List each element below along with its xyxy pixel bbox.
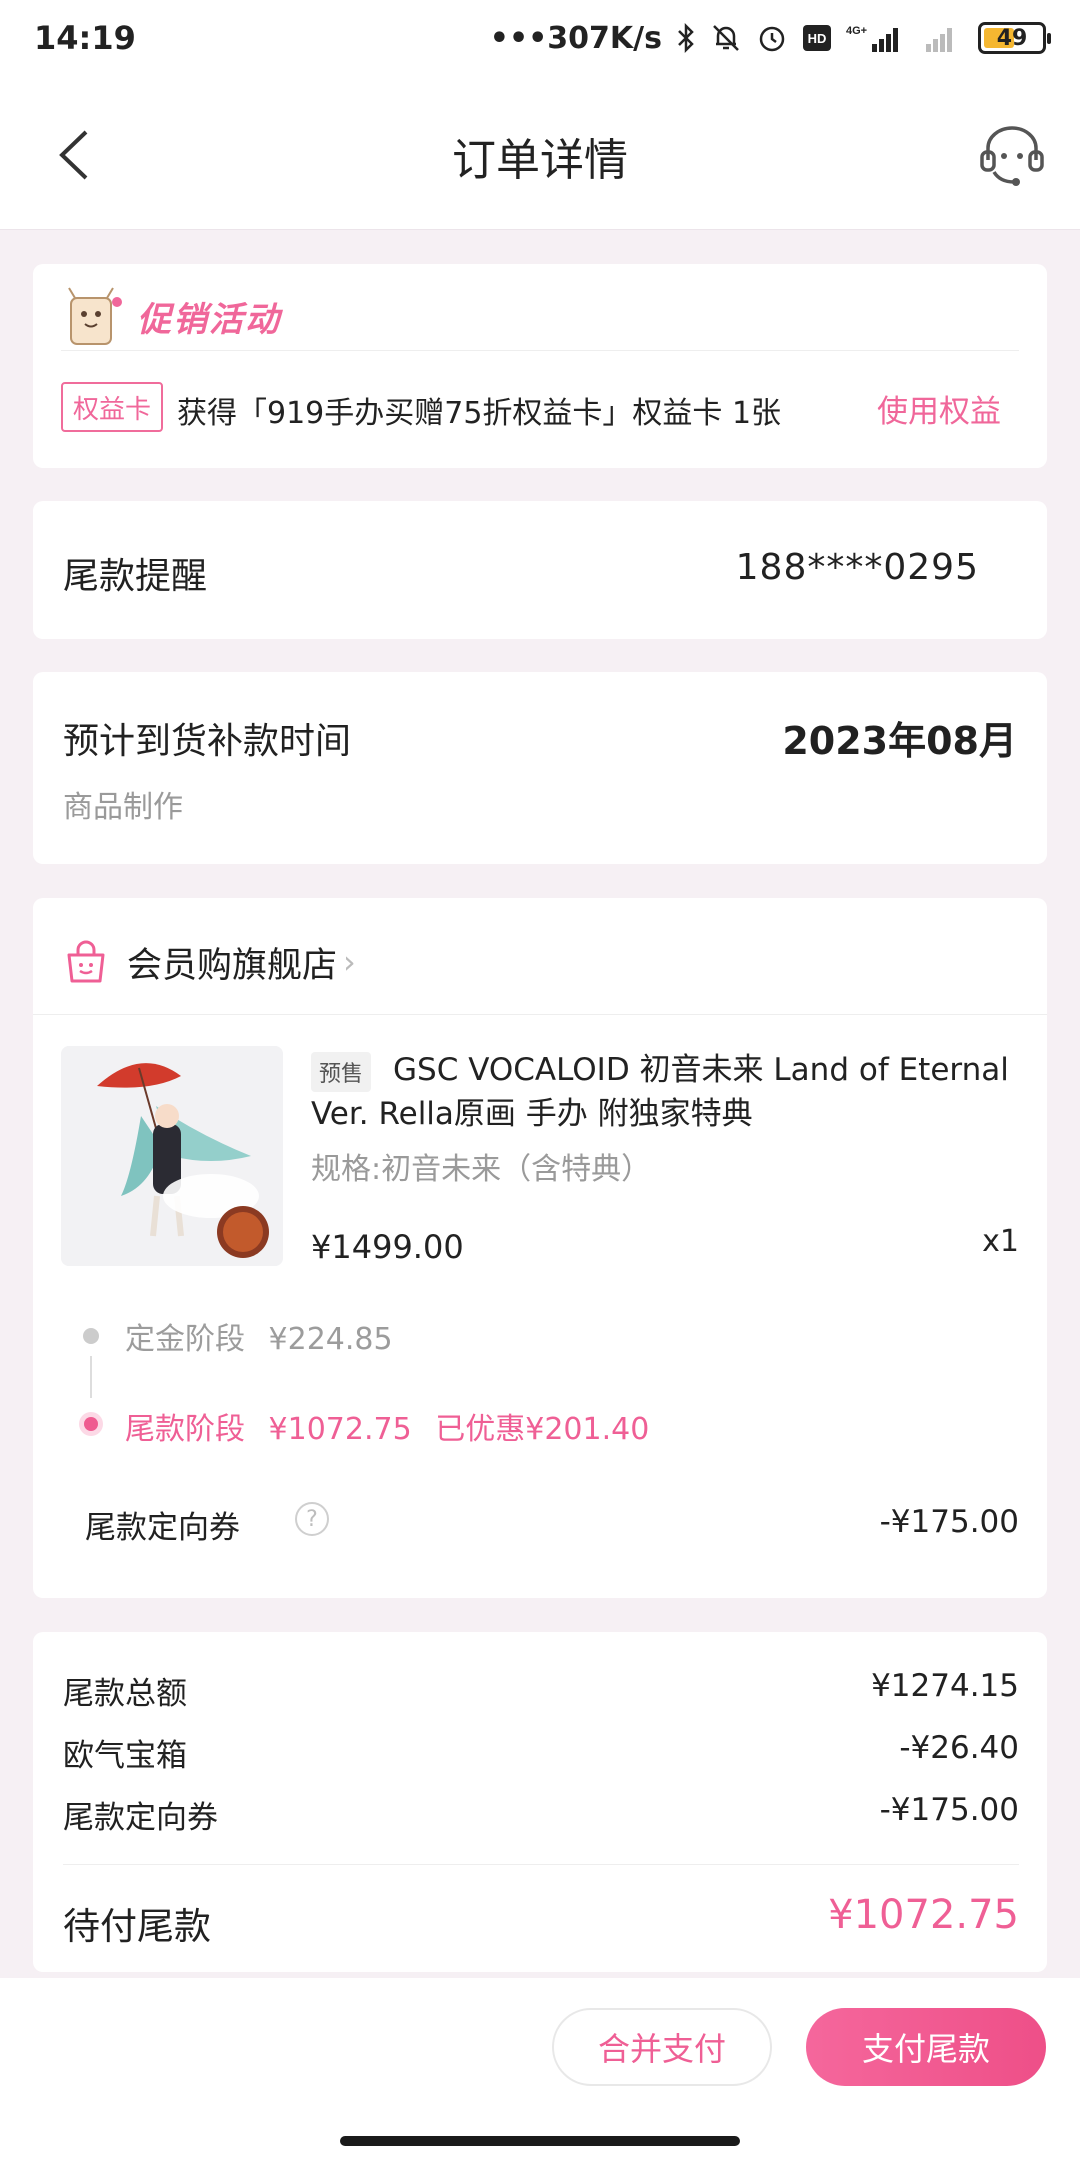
divider [61,350,1019,351]
mute-bell-icon [710,22,742,54]
help-icon[interactable]: ? [295,1502,329,1536]
reminder-label: 尾款提醒 [63,556,208,597]
final-payment-reminder-card[interactable]: 尾款提醒 188****0295 [33,501,1047,639]
promo-card: 促销活动 权益卡 获得「919手办买赠75折权益卡」权益卡 1张 使用权益 [33,264,1047,468]
payment-summary-card: 尾款总额 ¥1274.15 欧气宝箱 -¥26.40 尾款定向券 -¥175.0… [33,1632,1047,1972]
summary-row: 尾款定向券 -¥175.00 [63,1792,1019,1836]
summary-label: 尾款定向券 [63,1800,218,1836]
store-name: 会员购旗舰店 [127,945,338,986]
chevron-right-icon: › [343,943,356,981]
reminder-phone: 188****0295 [735,547,979,588]
bottom-action-bar: 合并支付 支付尾款 [0,1978,1080,2160]
final-stage-label: 尾款阶段 [125,1412,245,1447]
mascot-icon [68,287,122,345]
payment-stages: 定金阶段 ¥224.85 尾款阶段 ¥1072.75 已优惠¥201.40 [79,1308,983,1478]
stage-dot-done [83,1328,99,1344]
alarm-icon [756,22,788,54]
summary-value: ¥1274.15 [871,1668,1019,1704]
battery-icon: 49 [978,22,1051,54]
coupon-label: 尾款定向券 [85,1510,240,1546]
product-image[interactable] [61,1046,283,1266]
stage-connector [90,1356,92,1398]
eta-label: 预计到货补款时间 [63,721,352,762]
final-stage-amount: ¥1072.75 [268,1412,412,1447]
status-icons: •••307K/s HD 4G+ 49 [489,20,1051,56]
pay-final-button[interactable]: 支付尾款 [806,2008,1046,2086]
product-spec: 规格:初音未来（含特典） [311,1152,652,1187]
promo-header: 促销活动 [61,284,281,348]
nav-bar: 订单详情 [0,76,1080,230]
hd-icon: HD [802,24,832,52]
product-card: 会员购旗舰店 › 预售 GSC VOCALOID 初音未来 Land of Et… [33,898,1047,1598]
stage-dot-active [79,1412,103,1436]
figure-image [61,1046,283,1266]
summary-row: 欧气宝箱 -¥26.40 [63,1730,1019,1774]
product-quantity: x1 [982,1224,1019,1259]
benefit-card-tag: 权益卡 [61,382,164,432]
page-title: 订单详情 [452,135,628,186]
network-speed: •••307K/s [489,20,662,56]
deposit-stage-label: 定金阶段 [125,1322,245,1357]
summary-row: 尾款总额 ¥1274.15 [63,1668,1019,1712]
promo-text: 获得「919手办买赠75折权益卡」权益卡 1张 [177,396,782,431]
merge-pay-button[interactable]: 合并支付 [552,2008,772,2086]
summary-value: -¥175.00 [879,1792,1019,1828]
deposit-stage: 定金阶段 ¥224.85 [125,1314,407,1358]
amount-due-label: 待付尾款 [63,1905,211,1948]
summary-label: 尾款总额 [63,1676,187,1712]
eta-status: 商品制作 [63,790,183,825]
svg-text:HD: HD [808,31,827,46]
divider [33,1014,1047,1015]
final-stage-discount: 已优惠¥201.40 [435,1412,650,1447]
svg-text:4G+: 4G+ [846,25,867,37]
final-stage: 尾款阶段 ¥1072.75 已优惠¥201.40 [125,1404,663,1448]
signal-icon: 4G+ [846,22,910,54]
product-price: ¥1499.00 [311,1228,464,1266]
summary-label: 欧气宝箱 [63,1738,187,1774]
shopping-bag-icon [67,940,105,983]
bluetooth-icon [676,22,696,54]
signal-weak-icon [924,22,964,54]
promo-title: 促销活动 [137,299,281,340]
summary-value: -¥26.40 [899,1730,1019,1766]
coupon-value[interactable]: -¥175.00 [880,1504,1019,1540]
eta-value: 2023年08月 [782,719,1017,763]
home-indicator[interactable] [340,2136,740,2146]
status-time: 14:19 [34,19,136,57]
deposit-stage-amount: ¥224.85 [268,1322,393,1357]
amount-due-value: ¥1072.75 [828,1892,1019,1938]
eta-card: 预计到货补款时间 2023年08月 商品制作 [33,672,1047,864]
store-link[interactable]: 会员购旗舰店 › [63,932,356,992]
use-benefit-link[interactable]: 使用权益 [877,386,1001,431]
product-title[interactable]: GSC VOCALOID 初音未来 Land of Eternal Ver. R… [311,1048,1011,1136]
customer-service-button[interactable] [974,116,1050,192]
status-bar: 14:19 •••307K/s HD 4G+ 49 [0,0,1080,76]
divider [63,1864,1019,1865]
customer-service-icon [980,126,1044,186]
